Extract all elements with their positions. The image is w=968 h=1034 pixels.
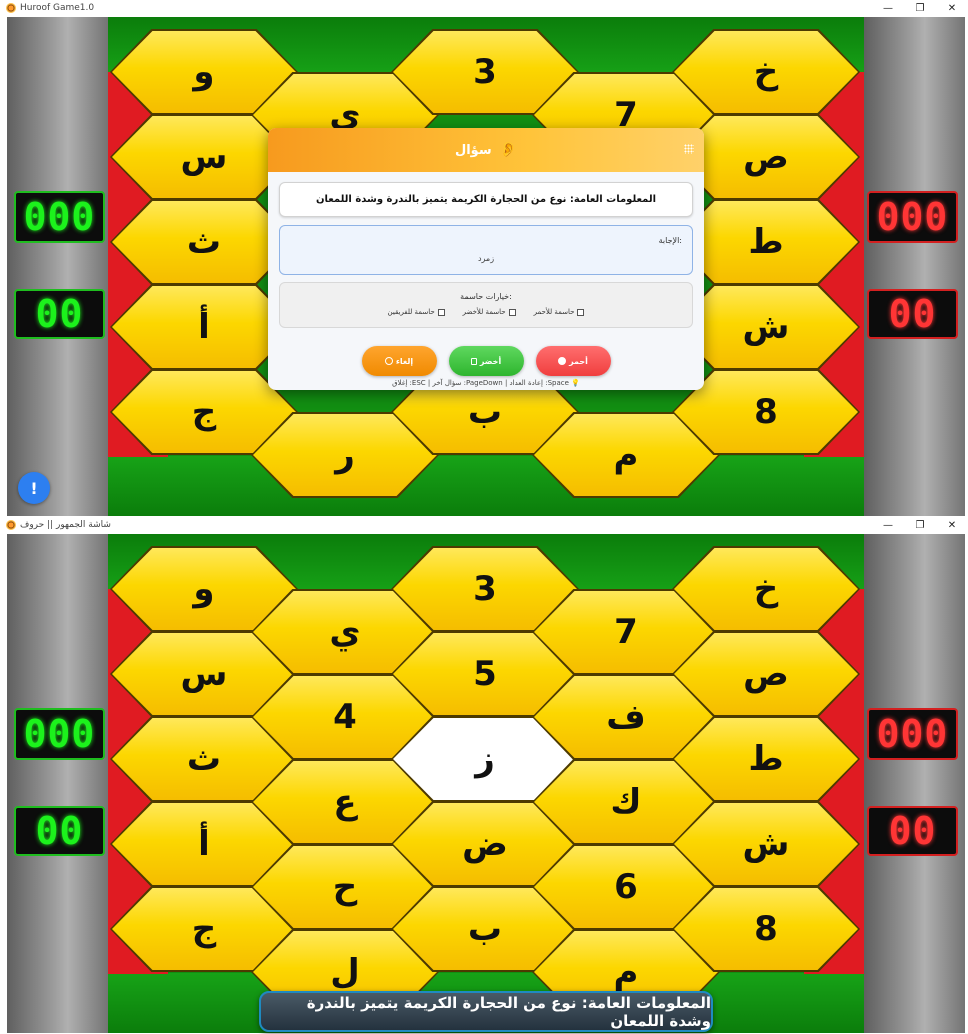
green-team-panel: 000 00 — [7, 534, 108, 1033]
answer-label: الإجابة: — [658, 236, 682, 245]
decisive-green-checkbox[interactable]: حاسمة للأخضر — [463, 308, 516, 316]
red-letters-display: 00 — [867, 806, 958, 856]
green-letters-display: 00 — [14, 806, 105, 856]
green-score-display: 000 — [14, 191, 105, 243]
dialog-header[interactable]: سؤال 👂 — [268, 128, 704, 172]
square-icon — [470, 357, 477, 365]
circle-icon — [384, 357, 393, 365]
minimize-button[interactable]: — — [872, 0, 904, 16]
red-letters-display: 00 — [867, 289, 958, 339]
red-team-panel: 000 00 — [864, 534, 965, 1033]
options-label: خيارات حاسمة: — [460, 292, 512, 301]
question-text: المعلومات العامة: نوع من الحجارة الكريمة… — [279, 182, 693, 217]
window-title: Huroof Game1.0 — [20, 3, 95, 13]
window-title: شاشة الجمهور || حروف — [20, 520, 111, 530]
checkbox-icon[interactable] — [508, 308, 516, 316]
app-icon — [6, 520, 16, 530]
minimize-button[interactable]: — — [872, 517, 904, 533]
green-team-panel: 000 00 ! — [7, 17, 108, 516]
app-icon — [6, 3, 16, 13]
green-letters-display: 00 — [14, 289, 105, 339]
title-bar[interactable]: شاشة الجمهور || حروف — ❐ ✕ — [0, 517, 968, 533]
red-team-button[interactable]: أحمر — [535, 346, 611, 376]
drag-grip-icon[interactable] — [684, 144, 694, 154]
game-area: 000 00 و س ث أ ج ي 4 ع ح ل 3 5 ز ض ب 7 ف — [7, 534, 965, 1033]
checkbox-icon[interactable] — [437, 308, 445, 316]
operator-window: Huroof Game1.0 — ❐ ✕ 000 00 ! و س ث أ ج … — [0, 0, 968, 517]
green-team-button[interactable]: أخضر — [448, 346, 524, 376]
close-button[interactable]: ✕ — [936, 0, 968, 16]
keyboard-hints: 💡 Space: إعادة العداد | PageDown: سؤال آ… — [392, 379, 580, 387]
red-score-display: 000 — [867, 191, 958, 243]
decisive-both-checkbox[interactable]: حاسمة للفريقين — [388, 308, 445, 316]
decisive-options-box: خيارات حاسمة: حاسمة للأحمر حاسمة للأخضر … — [279, 282, 693, 328]
close-button[interactable]: ✕ — [936, 517, 968, 533]
audience-window: شاشة الجمهور || حروف — ❐ ✕ 000 00 و س ث … — [0, 517, 968, 1034]
circle-icon — [558, 357, 567, 365]
green-score-display: 000 — [14, 708, 105, 760]
red-team-panel: 000 00 — [864, 17, 965, 516]
answer-box: الإجابة: زمرد — [279, 225, 693, 275]
red-score-display: 000 — [867, 708, 958, 760]
maximize-button[interactable]: ❐ — [904, 517, 936, 533]
info-button[interactable]: ! — [18, 472, 50, 504]
maximize-button[interactable]: ❐ — [904, 0, 936, 16]
cancel-button[interactable]: إلغاء — [361, 346, 437, 376]
question-banner: المعلومات العامة: نوع من الحجارة الكريمة… — [259, 991, 713, 1032]
hex-board: و س ث أ ج ي 4 ع ح ل 3 5 ز ض ب 7 ف ك 6 م … — [108, 534, 864, 1033]
dialog-title: سؤال — [454, 142, 492, 158]
ear-icon: 👂 — [499, 142, 518, 158]
question-dialog: سؤال 👂 المعلومات العامة: نوع من الحجارة … — [268, 128, 704, 390]
answer-value: زمرد — [477, 254, 495, 263]
decisive-red-checkbox[interactable]: حاسمة للأحمر — [534, 308, 585, 316]
title-bar[interactable]: Huroof Game1.0 — ❐ ✕ — [0, 0, 968, 16]
checkbox-icon[interactable] — [577, 308, 585, 316]
